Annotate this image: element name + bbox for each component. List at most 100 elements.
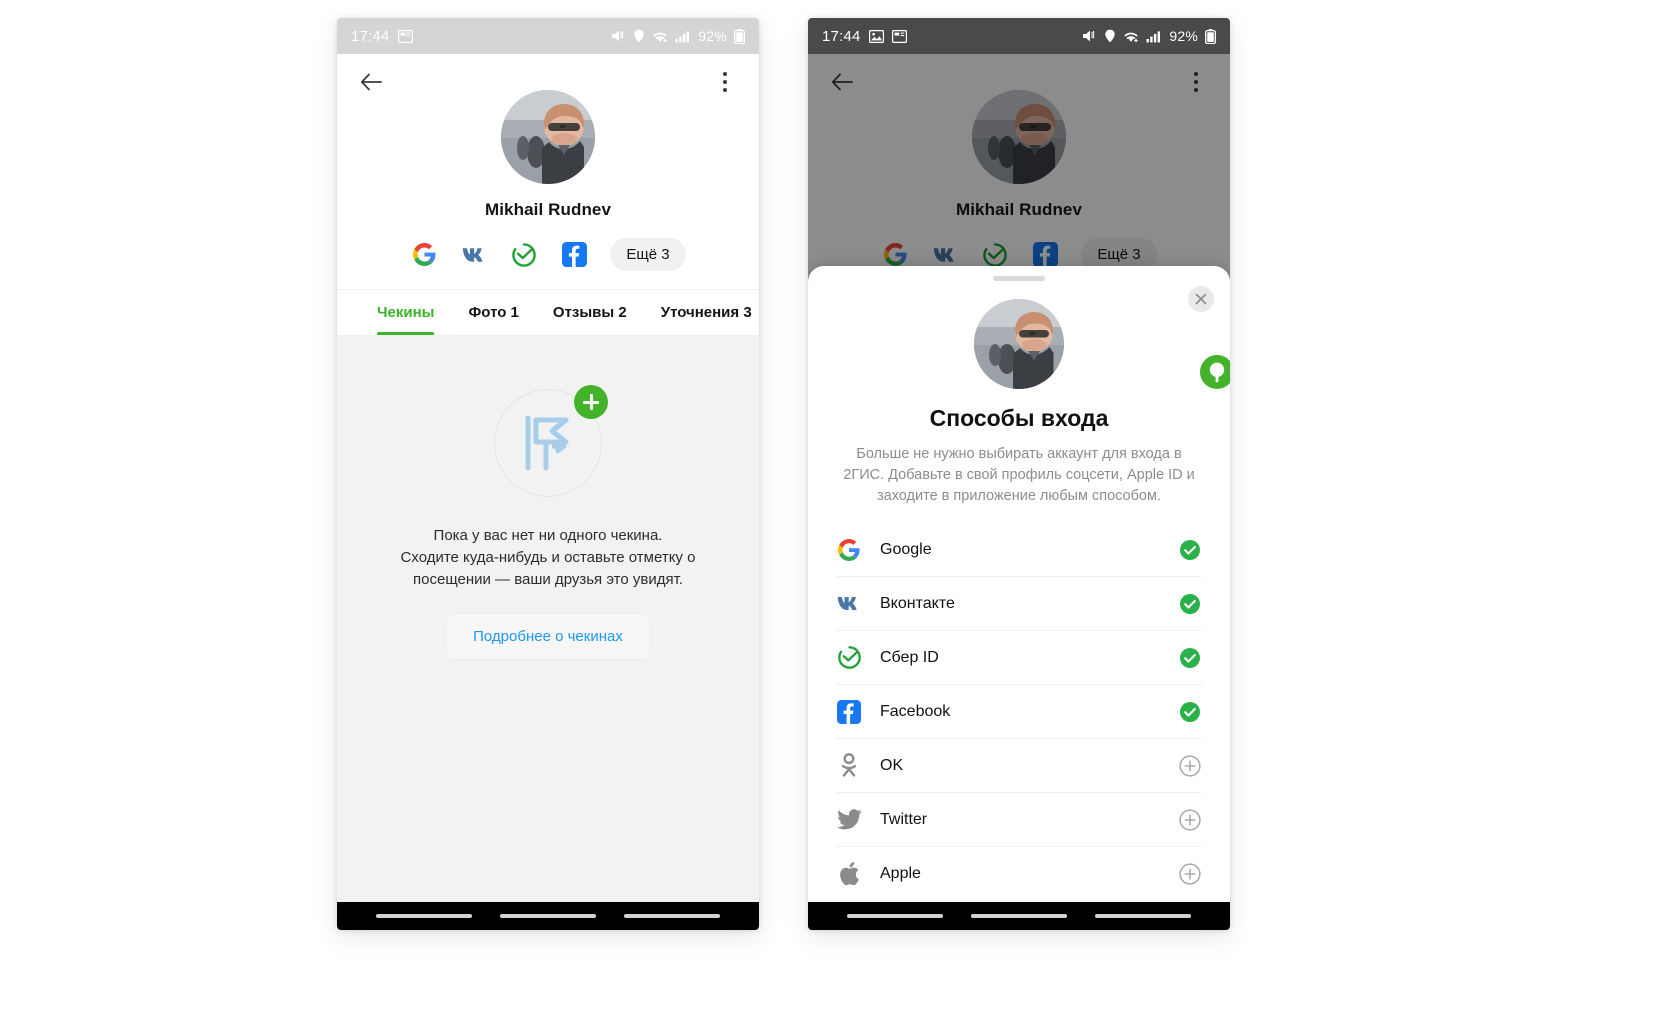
mute-icon <box>611 29 626 43</box>
battery-percent: 92% <box>698 28 727 44</box>
status-badge-connected[interactable] <box>1178 538 1202 562</box>
location-icon <box>633 29 645 43</box>
2gis-badge-icon <box>1198 353 1230 391</box>
login-methods-list: Google Вконтакте Сбер ID Facebook OK Twi… <box>808 523 1230 901</box>
facebook-icon[interactable] <box>560 241 588 269</box>
method-row-twitter[interactable]: Twitter <box>836 793 1202 847</box>
avatar <box>972 90 1066 184</box>
status-badge-add[interactable] <box>1178 754 1202 778</box>
status-bar-right: 17:44 92% <box>808 18 1230 54</box>
facebook-icon <box>836 699 862 725</box>
method-label: Сбер ID <box>880 648 939 666</box>
battery-icon <box>1205 28 1216 44</box>
method-row-google[interactable]: Google <box>836 523 1202 577</box>
screenshot-canvas: 17:44 92% Mikhail Rudnev Ещё 3 Чекины Фо… <box>0 0 1680 1015</box>
card-icon <box>397 29 413 43</box>
phone-right: 17:44 92% Mikhail Rudnev Ещё 3 Способы в… <box>808 18 1230 930</box>
google-icon[interactable] <box>410 241 438 269</box>
status-badge-connected[interactable] <box>1178 592 1202 616</box>
learn-more-checkins-button[interactable]: Подробнее о чекинах <box>446 613 650 660</box>
method-row-facebook[interactable]: Facebook <box>836 685 1202 739</box>
location-icon <box>1104 29 1116 43</box>
avatar <box>501 90 595 184</box>
method-label: Facebook <box>880 702 951 720</box>
status-badge-connected[interactable] <box>1178 700 1202 724</box>
vk-icon <box>836 591 862 617</box>
vk-icon[interactable] <box>460 241 488 269</box>
nav-recents-pill[interactable] <box>624 914 720 918</box>
status-badge-connected[interactable] <box>1178 646 1202 670</box>
empty-line-1: Пока у вас нет ни одного чекина. <box>433 527 663 544</box>
empty-line-3: посещении — ваши друзья это увидят. <box>413 571 683 588</box>
profile-header-left: Mikhail Rudnev Ещё 3 <box>337 90 759 289</box>
avatar <box>974 299 1064 389</box>
profile-name: Mikhail Rudnev <box>484 200 612 219</box>
status-badge-add[interactable] <box>1178 808 1202 832</box>
more-options-icon[interactable] <box>1182 68 1210 96</box>
status-time: 17:44 <box>822 27 861 45</box>
sheet-drag-handle[interactable] <box>993 276 1045 281</box>
add-checkin-badge-icon[interactable] <box>574 385 608 419</box>
tab-checkins[interactable]: Чекины <box>377 290 435 335</box>
tab-clarifications[interactable]: Уточнения 3 <box>661 290 752 335</box>
empty-illustration <box>494 385 608 497</box>
more-accounts-chip[interactable]: Ещё 3 <box>610 238 686 271</box>
sber-icon[interactable] <box>981 241 1009 269</box>
status-badge-add[interactable] <box>1178 862 1202 886</box>
profile-name: Mikhail Rudnev <box>955 200 1083 219</box>
checkins-empty-state: Пока у вас нет ни одного чекина. Сходите… <box>337 335 759 930</box>
status-time: 17:44 <box>351 27 390 45</box>
method-label: Apple <box>880 865 921 882</box>
nav-home-pill[interactable] <box>971 914 1067 918</box>
flag-icon <box>525 415 569 471</box>
signal-icon <box>675 30 691 43</box>
nav-back-pill[interactable] <box>847 914 943 918</box>
vk-icon[interactable] <box>931 241 959 269</box>
back-arrow-icon[interactable] <box>357 68 385 96</box>
mute-icon <box>1082 29 1097 43</box>
odnoklassniki-icon <box>836 753 862 779</box>
login-methods-sheet: Способы входа Больше не нужно выбирать а… <box>808 266 1230 930</box>
phone-left: 17:44 92% Mikhail Rudnev Ещё 3 Чекины Фо… <box>337 18 759 930</box>
method-row-vkontakte[interactable]: Вконтакте <box>836 577 1202 631</box>
linked-accounts-row: Ещё 3 <box>337 238 759 271</box>
nav-recents-pill[interactable] <box>1095 914 1191 918</box>
nav-home-pill[interactable] <box>500 914 596 918</box>
google-icon[interactable] <box>881 241 909 269</box>
status-bar-left: 17:44 92% <box>337 18 759 54</box>
empty-state-text: Пока у вас нет ни одного чекина. Сходите… <box>337 525 759 591</box>
more-options-icon[interactable] <box>711 68 739 96</box>
profile-header-right: Mikhail Rudnev Ещё 3 <box>808 90 1230 289</box>
sheet-title: Способы входа <box>929 405 1109 431</box>
method-row-apple[interactable]: Apple <box>836 847 1202 901</box>
nav-back-pill[interactable] <box>376 914 472 918</box>
apple-icon <box>836 861 862 887</box>
battery-percent: 92% <box>1169 28 1198 44</box>
card-icon <box>891 29 907 43</box>
sheet-description: Больше не нужно выбирать аккаунт для вхо… <box>843 446 1195 504</box>
method-row-sber-id[interactable]: Сбер ID <box>836 631 1202 685</box>
tab-reviews[interactable]: Отзывы 2 <box>553 290 627 335</box>
method-label: Twitter <box>880 810 928 828</box>
method-label: OK <box>880 756 904 774</box>
facebook-icon[interactable] <box>1031 241 1059 269</box>
image-icon <box>868 29 884 43</box>
android-nav-bar-right <box>808 902 1230 930</box>
google-icon <box>836 537 862 563</box>
wifi-icon <box>652 30 668 43</box>
battery-icon <box>734 28 745 44</box>
method-label: Google <box>880 540 932 558</box>
sber-icon[interactable] <box>510 241 538 269</box>
twitter-icon <box>836 807 862 833</box>
profile-tabs: Чекины Фото 1 Отзывы 2 Уточнения 3 <box>337 289 759 335</box>
sber-icon <box>836 645 862 671</box>
wifi-icon <box>1123 30 1139 43</box>
empty-line-2: Сходите куда-нибудь и оставьте отметку о <box>400 549 696 566</box>
back-arrow-icon[interactable] <box>828 68 856 96</box>
sheet-avatar-wrap <box>808 299 1230 391</box>
signal-icon <box>1146 30 1162 43</box>
android-nav-bar-left <box>337 902 759 930</box>
tab-photos[interactable]: Фото 1 <box>468 290 518 335</box>
method-label: Вконтакте <box>880 594 955 612</box>
method-row-ok[interactable]: OK <box>836 739 1202 793</box>
